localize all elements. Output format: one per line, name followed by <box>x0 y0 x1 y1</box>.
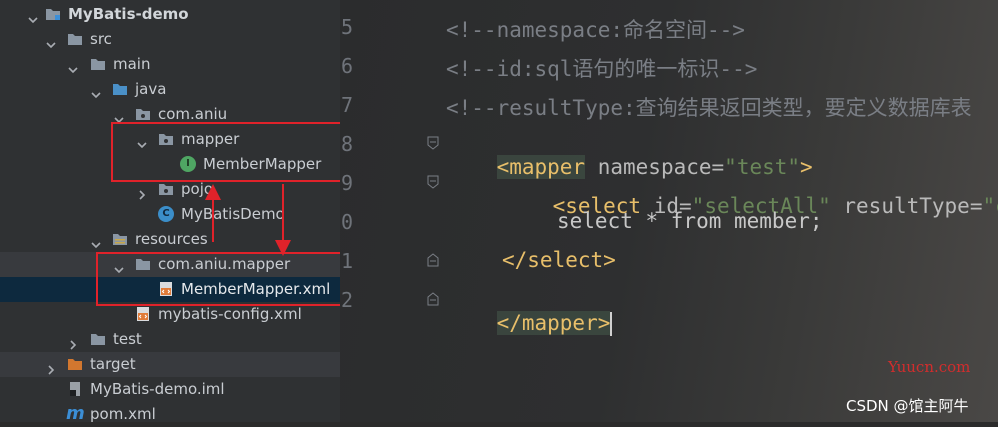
fold-end-icon[interactable] <box>427 252 439 267</box>
xml-tag: </mapper> <box>496 311 611 335</box>
watermark-site: Yuucn.com <box>888 358 971 376</box>
line-number: 9 <box>340 171 353 195</box>
watermark-credit: CSDN @馆主阿牛 <box>846 397 969 415</box>
xml-attribute: resultType= <box>830 194 983 218</box>
line-number: 6 <box>340 54 353 78</box>
code-line-mapper-close: </mapper> <box>446 287 613 360</box>
code-line-select-close: </select> <box>502 248 616 272</box>
line-number-gutter: 5 6 7 8 9 10 11 12 <box>340 0 425 422</box>
line-number: 11 <box>340 249 353 273</box>
line-number: 10 <box>340 210 353 234</box>
project-tree-panel: MyBatis-demo src main java com.aniu mapp… <box>0 0 350 424</box>
line-number: 8 <box>340 132 353 156</box>
line-number: 12 <box>340 288 353 312</box>
xml-attribute-value: "c <box>982 194 998 218</box>
code-line-comment: <!--id:sql语句的唯一标识--> <box>446 57 758 81</box>
line-number: 7 <box>340 93 353 117</box>
fold-toggle-icon[interactable] <box>427 174 439 189</box>
text-caret <box>610 312 613 336</box>
code-line-comment: <!--namespace:命名空间--> <box>446 18 745 42</box>
line-number: 5 <box>340 15 353 39</box>
fold-toggle-icon[interactable] <box>427 135 439 150</box>
code-line-comment: <!--resultType:查询结果返回类型，要定义数据库表 <box>446 96 972 120</box>
code-line-sql: select * from member; <box>557 209 823 233</box>
fold-end-icon[interactable] <box>427 291 439 306</box>
annotation-arrows <box>205 184 291 256</box>
